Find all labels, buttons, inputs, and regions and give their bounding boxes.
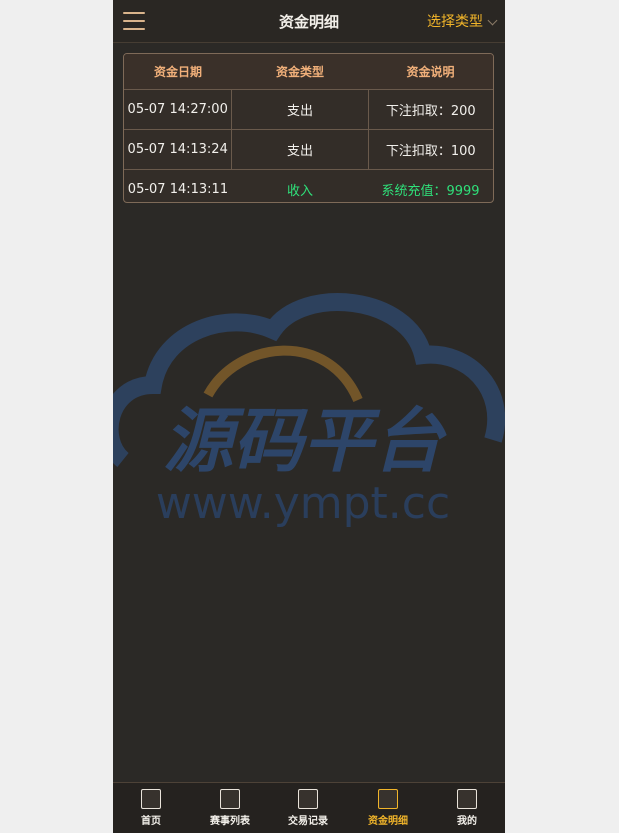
table-row: 05-07 14:27:00 支出 下注扣取：200 xyxy=(124,89,493,130)
app-screen: 资金明细 选择类型 资金日期 资金类型 资金说明 05-07 14:27:00 … xyxy=(113,0,505,833)
column-header-type: 资金类型 xyxy=(231,54,369,90)
type-select-button[interactable]: 选择类型 xyxy=(427,11,483,31)
column-header-date: 资金日期 xyxy=(124,54,232,90)
cell-date: 05-07 14:13:11 xyxy=(124,169,232,202)
table-row: 05-07 14:13:24 支出 下注扣取：100 xyxy=(124,129,493,170)
tab-label: 赛事列表 xyxy=(210,816,250,827)
column-header-desc: 资金说明 xyxy=(368,54,493,90)
cell-date: 05-07 14:13:24 xyxy=(124,129,233,170)
tab-label: 资金明细 xyxy=(368,816,408,827)
tab-event-list[interactable]: 赛事列表 xyxy=(200,789,260,827)
tab-label: 我的 xyxy=(457,816,477,827)
home-icon xyxy=(141,789,161,809)
cell-type: 支出 xyxy=(231,129,369,170)
tab-trade-record[interactable]: 交易记录 xyxy=(278,789,338,827)
tab-funds-detail[interactable]: 资金明细 xyxy=(358,789,418,827)
table-row: 05-07 14:13:11 收入 系统充值：9999 xyxy=(124,169,493,202)
tab-label: 交易记录 xyxy=(288,816,328,827)
watermark-brand: 源码平台 xyxy=(163,400,447,482)
cell-type: 支出 xyxy=(231,89,369,130)
trade-record-icon xyxy=(298,789,318,809)
table-header-row: 资金日期 资金类型 资金说明 xyxy=(124,54,493,90)
tab-profile[interactable]: 我的 xyxy=(437,789,497,827)
profile-icon xyxy=(457,789,477,809)
top-header: 资金明细 选择类型 xyxy=(113,0,505,43)
cell-desc: 下注扣取：100 xyxy=(368,129,493,170)
cell-desc: 下注扣取：200 xyxy=(368,89,493,130)
cell-date: 05-07 14:27:00 xyxy=(124,89,233,130)
bottom-tab-bar: 首页 赛事列表 交易记录 资金明细 我的 xyxy=(113,782,505,833)
event-list-icon xyxy=(220,789,240,809)
funds-table: 资金日期 资金类型 资金说明 05-07 14:27:00 支出 下注扣取：20… xyxy=(123,53,494,203)
cell-type: 收入 xyxy=(231,169,369,202)
watermark-logo: 源码平台 www.ympt.cc xyxy=(113,293,505,529)
tab-label: 首页 xyxy=(141,816,161,827)
funds-detail-icon xyxy=(378,789,398,809)
tab-home[interactable]: 首页 xyxy=(121,789,181,827)
watermark-url: www.ympt.cc xyxy=(156,478,450,529)
cell-desc: 系统充值：9999 xyxy=(368,169,493,202)
